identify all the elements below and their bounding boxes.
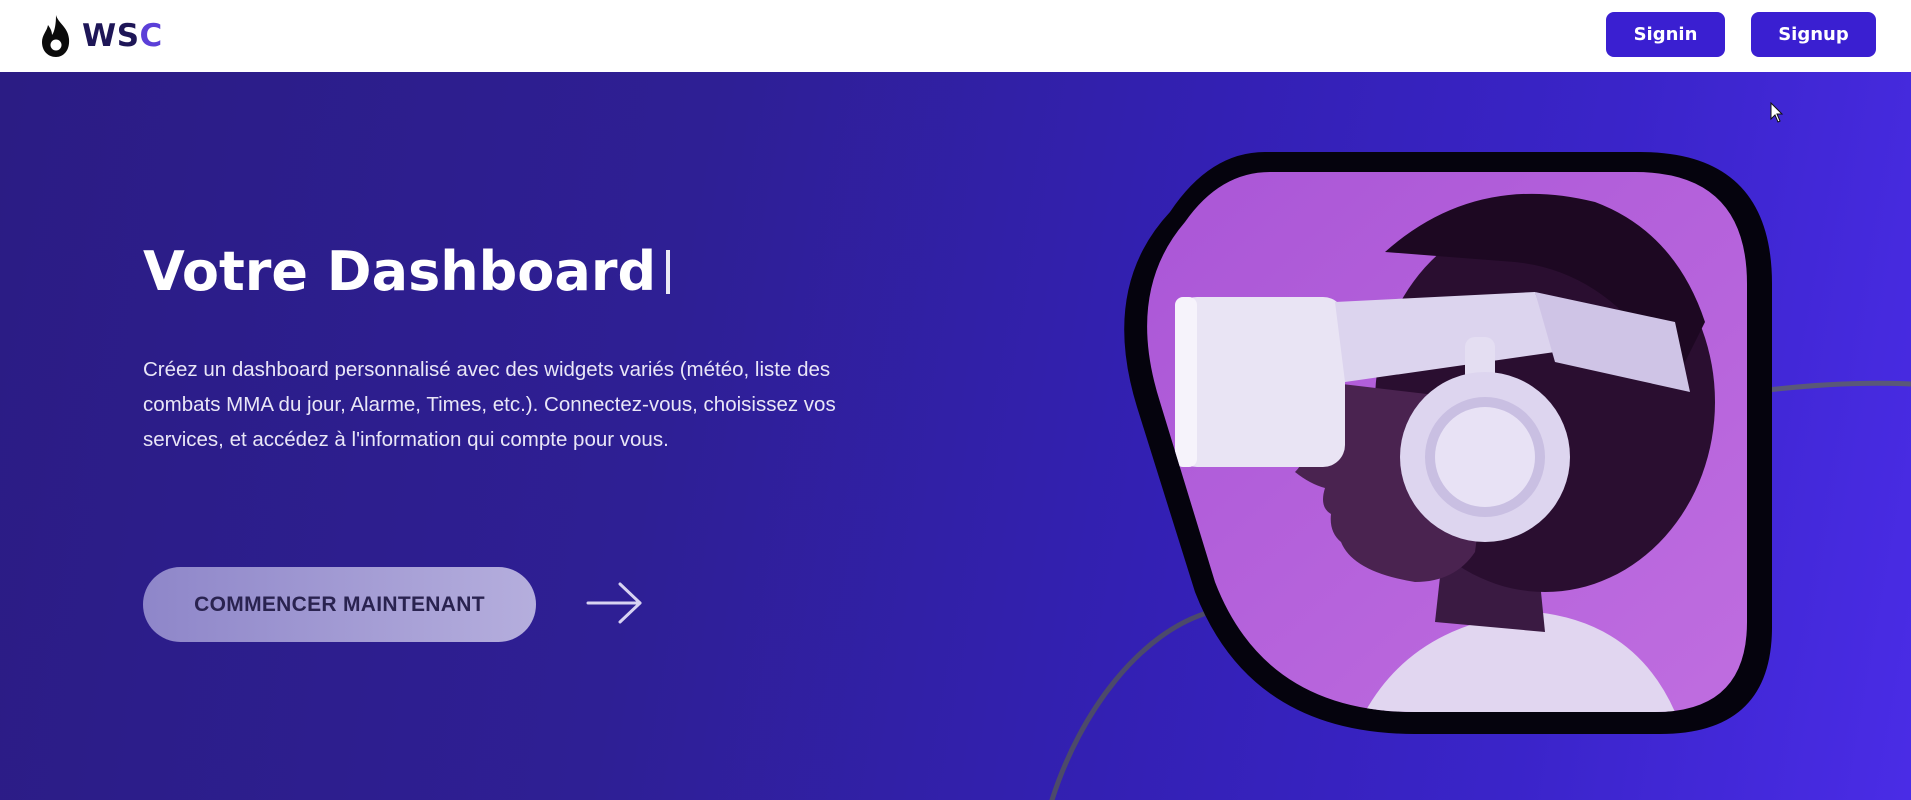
hero-description: Créez un dashboard personnalisé avec des…: [143, 358, 836, 451]
arrow-right-icon[interactable]: [586, 580, 644, 626]
hero-section: Votre Dashboard Créez un dashboard perso…: [0, 72, 1911, 800]
hero-title: Votre Dashboard: [143, 240, 671, 303]
vr-person-photo: [1147, 172, 1747, 712]
flame-icon: [42, 15, 70, 57]
brand-logo[interactable]: WSC: [38, 12, 163, 60]
typing-caret: [666, 250, 671, 294]
signin-button[interactable]: Signin: [1606, 12, 1725, 57]
start-now-button[interactable]: COMMENCER MAINTENANT: [143, 567, 536, 642]
brand-name: WSC: [82, 18, 163, 54]
top-navbar: WSC Signin Signup: [0, 0, 1911, 72]
mouse-cursor-icon: [1770, 102, 1784, 123]
hero-illustration: [1124, 152, 1772, 734]
signup-button[interactable]: Signup: [1751, 12, 1876, 57]
decorative-arc-right: [1765, 380, 1911, 393]
